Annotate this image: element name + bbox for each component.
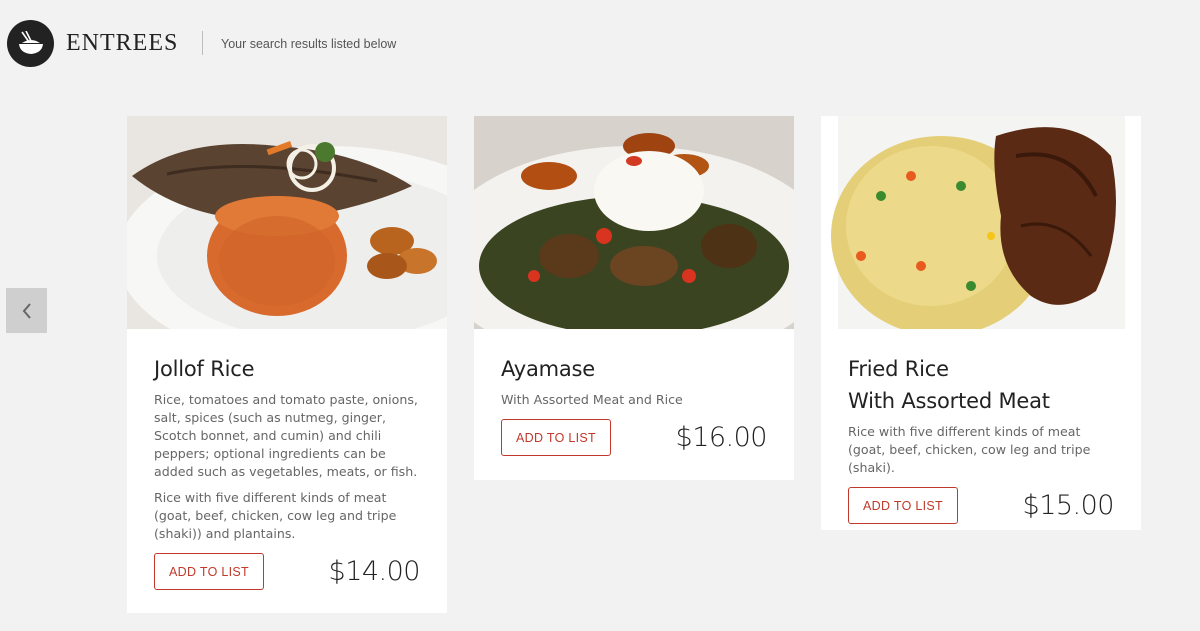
dish-image-jollof-rice — [127, 116, 447, 329]
dish-name: Fried Rice — [848, 357, 949, 381]
dish-price: $14.00 — [328, 556, 421, 587]
chevron-left-icon — [22, 302, 31, 319]
add-to-list-button[interactable]: ADD TO LIST — [154, 553, 264, 590]
dish-name-line2: With Assorted Meat — [848, 389, 1050, 413]
dish-description: Rice with five different kinds of meat (… — [848, 424, 1091, 475]
carousel-prev-button[interactable] — [6, 288, 47, 333]
card-actions: ADD TO LIST $16.00 — [501, 419, 768, 456]
menu-card-ayamase: Ayamase With Assorted Meat and Rice ADD … — [474, 116, 794, 480]
dish-price: $16.00 — [675, 422, 768, 453]
dish-description: Rice, tomatoes and tomato paste, onions,… — [154, 392, 418, 479]
dish-name: Jollof Rice — [154, 357, 255, 381]
dish-image-ayamase — [474, 116, 794, 329]
add-to-list-button[interactable]: ADD TO LIST — [848, 487, 958, 524]
menu-card-fried-rice: Fried Rice With Assorted Meat Rice with … — [821, 116, 1141, 530]
card-actions: ADD TO LIST $15.00 — [848, 487, 1115, 524]
page-title: ENTREES — [66, 30, 179, 56]
dish-price: $15.00 — [1022, 490, 1115, 521]
logo[interactable] — [7, 20, 54, 67]
page-header: ENTREES Your search results listed below — [0, 0, 1200, 88]
dish-extra-description: Rice with five different kinds of meat (… — [154, 490, 397, 541]
menu-card-jollof-rice: Jollof Rice Rice, tomatoes and tomato pa… — [127, 116, 447, 613]
dish-image-fried-rice — [821, 116, 1141, 329]
rice-bowl-icon — [18, 30, 43, 54]
dish-name: Ayamase — [501, 357, 596, 381]
card-actions: ADD TO LIST $14.00 — [154, 553, 421, 590]
page-subtitle: Your search results listed below — [221, 37, 397, 51]
header-divider — [202, 31, 203, 55]
add-to-list-button[interactable]: ADD TO LIST — [501, 419, 611, 456]
dish-description: With Assorted Meat and Rice — [501, 392, 683, 407]
